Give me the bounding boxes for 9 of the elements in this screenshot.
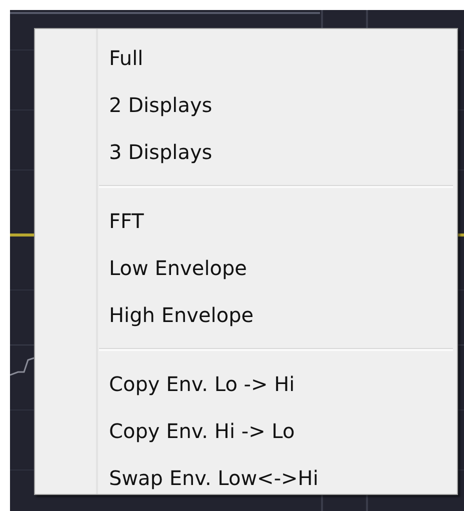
menu-item[interactable]: High Envelope	[98, 292, 453, 339]
menu-item[interactable]: 2 Displays	[98, 82, 453, 129]
menu-item[interactable]: Swap Env. Low<->Hi	[98, 455, 453, 502]
menu-item[interactable]: Copy Env. Hi -> Lo	[98, 408, 453, 455]
menu-item[interactable]: Full	[98, 35, 453, 82]
menu-item[interactable]: Low Envelope	[98, 245, 453, 292]
menu-item[interactable]: 3 Displays	[98, 129, 453, 176]
menu-item[interactable]: Copy Env. Lo -> Hi	[98, 361, 453, 408]
menu-item[interactable]: FFT	[98, 198, 453, 245]
